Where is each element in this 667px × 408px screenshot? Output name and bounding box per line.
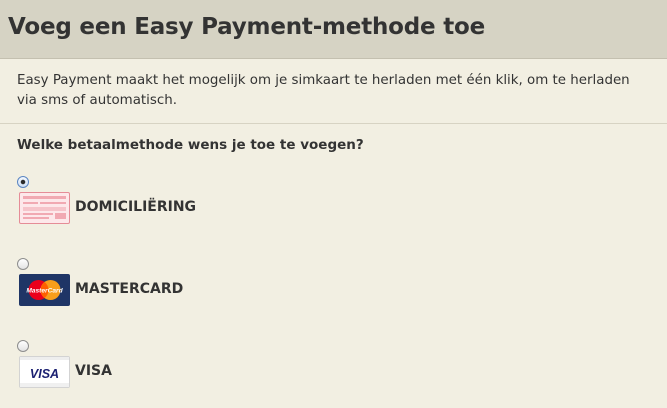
radio-domiciliering[interactable] (17, 176, 29, 188)
mastercard-logo-icon[interactable]: MasterCard (19, 274, 70, 306)
direct-debit-form-icon[interactable] (19, 192, 70, 224)
method-label-mastercard[interactable]: MASTERCARD (75, 281, 183, 297)
radio-visa[interactable] (17, 340, 29, 352)
payment-method-question: Welke betaalmethode wens je toe te voege… (17, 137, 364, 153)
method-label-domiciliering[interactable]: DOMICILIËRING (75, 199, 196, 215)
visa-logo-text: VISA (30, 367, 59, 381)
page-header: Voeg een Easy Payment-methode toe (0, 0, 667, 59)
intro-text: Easy Payment maakt het mogelijk om je si… (17, 73, 630, 108)
intro-section: Easy Payment maakt het mogelijk om je si… (0, 59, 667, 124)
method-label-visa[interactable]: VISA (75, 363, 112, 379)
radio-mastercard[interactable] (17, 258, 29, 270)
visa-logo-icon[interactable]: VISA (19, 356, 70, 388)
page-title: Voeg een Easy Payment-methode toe (8, 14, 486, 40)
mastercard-logo-text: MasterCard (26, 288, 63, 295)
